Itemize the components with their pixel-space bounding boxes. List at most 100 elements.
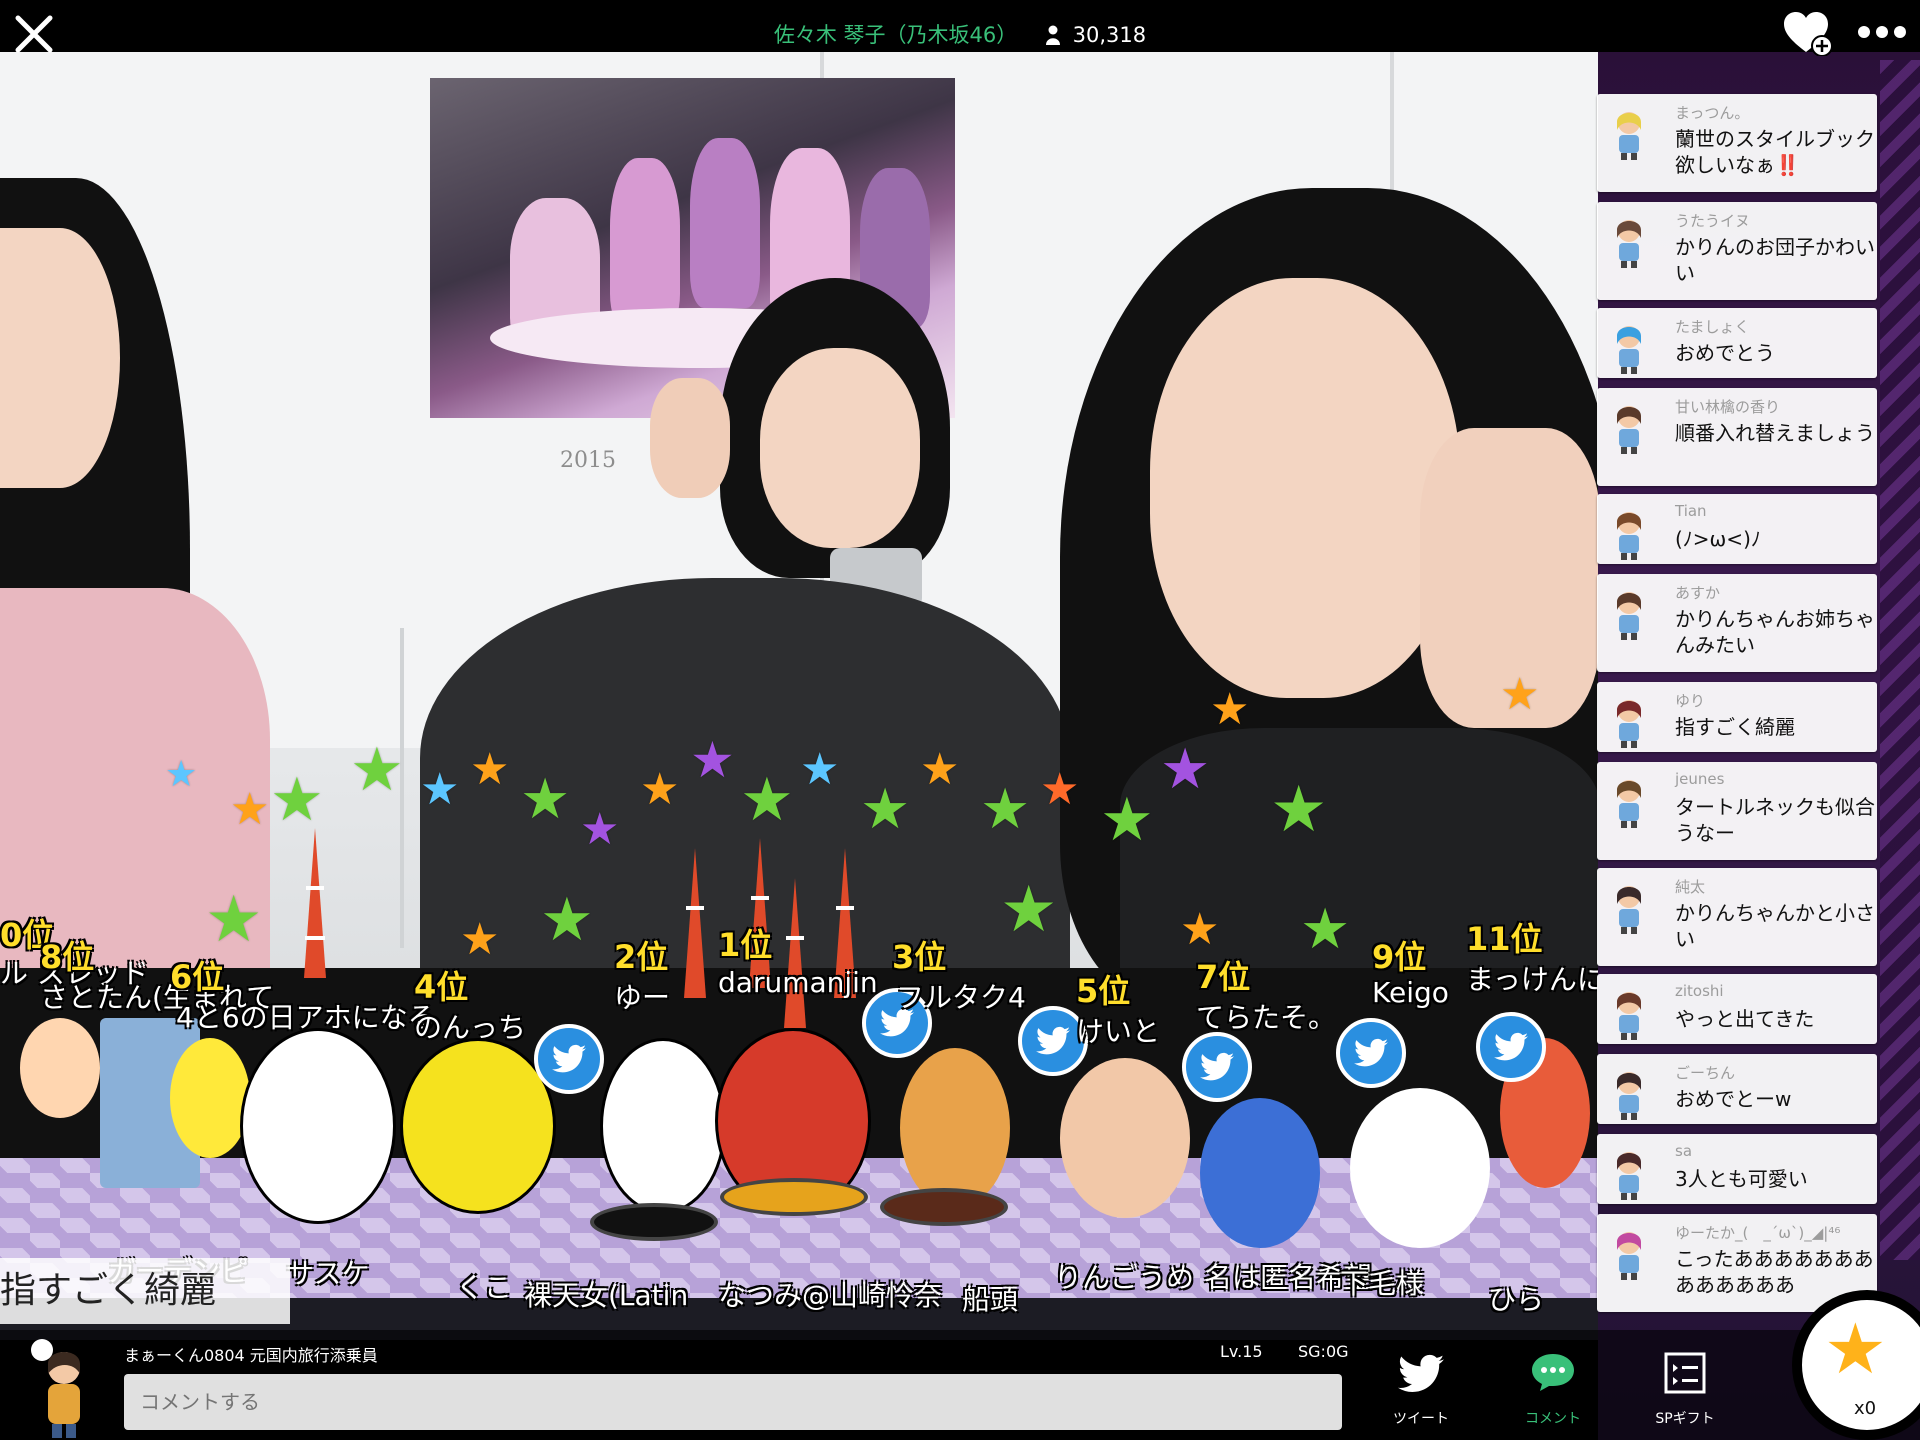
tokyo-tower-gift [784, 878, 806, 1028]
comment-button[interactable]: コメント [1508, 1344, 1598, 1434]
commenter-name: ゆり [1675, 692, 1706, 710]
fan-avatar [170, 1038, 250, 1158]
comment-card[interactable]: たましょく おめでとう [1597, 308, 1877, 378]
fan-avatar [900, 1048, 1010, 1208]
back-row-name: なつみ@山崎怜奈 [718, 1279, 943, 1312]
star-gift: ★ [920, 744, 960, 795]
star-gift: ★ [740, 765, 794, 835]
comment-text: おめでとう [1675, 341, 1775, 365]
back-row-name: 船頭 [962, 1283, 1019, 1316]
rank-label: 3位 [892, 938, 947, 976]
commenter-avatar [1617, 220, 1641, 268]
comment-text: 順番入れ替えましょう [1675, 421, 1875, 445]
my-level: Lv.15 [1220, 1342, 1263, 1361]
twitter-bird-icon [552, 1044, 586, 1073]
star-gift: ★ [640, 764, 680, 815]
comment-card[interactable]: jeunes タートルネックも似合うなー [1597, 762, 1877, 860]
rank-name: ゆー [614, 981, 671, 1014]
fan-avatar [240, 1028, 396, 1224]
comment-card[interactable]: 甘い林檎の香り 順番入れ替えましょう [1597, 388, 1877, 486]
more-button[interactable] [1856, 18, 1908, 46]
my-avatar[interactable] [22, 1334, 96, 1438]
comment-card[interactable]: あすか かりんちゃんお姉ちゃんみたい [1597, 574, 1877, 672]
rank-name: のんっち [414, 1011, 527, 1044]
star-gift: ★ [1180, 904, 1220, 955]
comment-label: コメント [1525, 1411, 1581, 1427]
commenter-name: ごーちん [1675, 1064, 1736, 1082]
star-gift: ★ [980, 777, 1031, 842]
comment-text: こったあああああああああああああ [1675, 1247, 1874, 1297]
comment-text: かりんちゃんかと小さい [1675, 901, 1875, 951]
comment-text: かりんちゃんお姉ちゃんみたい [1675, 607, 1875, 657]
comment-card[interactable]: まっつん。 蘭世のスタイルブック欲しいなぁ‼️ [1597, 94, 1877, 192]
rank-name: darumanjin [718, 966, 878, 999]
rank-name: フルタク4 [896, 981, 1026, 1014]
fan-avatar [600, 1038, 726, 1214]
star-gift: ★ [1500, 669, 1540, 720]
my-username: まぁーくん0804 元国内旅行添乗員 [124, 1346, 378, 1365]
star-gift: ★ [270, 765, 324, 835]
star-gift: ★ [460, 914, 500, 965]
back-row-name: 裸天女(Latin [524, 1279, 689, 1312]
stream-title: 佐々木 琴子（乃木坂46） 30,318 [0, 20, 1920, 50]
fan-avatar [1060, 1058, 1190, 1218]
fan-avatar [20, 1018, 100, 1118]
back-row-name: りんごうめ [1054, 1261, 1195, 1294]
star-gift: ★ [1300, 897, 1351, 962]
star-count: x0 [1854, 1398, 1877, 1419]
comment-card[interactable]: ごーちん おめでとーw [1597, 1054, 1877, 1124]
star-gift: ★ [165, 754, 198, 795]
comment-card[interactable]: zitoshi やっと出てきた [1597, 974, 1877, 1044]
fan-avatar [400, 1038, 556, 1214]
live-video: 2015 ★ ★ ★ ★ ★ ★ ★ ★ ★ ★ ★ ★ ★ ★ ★ ★ ★ ★ [0, 48, 1598, 1340]
comment-card[interactable]: うたうイヌ かりんのお団子かわいい [1597, 202, 1877, 300]
commenter-avatar [1617, 512, 1641, 560]
star-gift: ★ [800, 744, 840, 795]
twitter-bird-icon [1494, 1032, 1528, 1061]
viewer-icon [1045, 25, 1060, 45]
star-gift: ★ [1210, 684, 1250, 735]
star-gift: ★ [205, 883, 263, 957]
rank-name: けいと [1076, 1015, 1161, 1048]
star-gift: ★ [230, 784, 270, 835]
comment-text: (ﾉ>ω<)ﾉ [1675, 527, 1761, 551]
commenter-name: 純太 [1675, 878, 1706, 896]
commenter-name: Tian [1675, 502, 1707, 520]
back-row-name: サスケ [286, 1257, 370, 1290]
avatar-pedestal [720, 1178, 868, 1216]
comment-card[interactable]: ゆり 指すごく綺麗 [1597, 682, 1877, 752]
rank-label: 6位 [170, 958, 225, 996]
star-gift: ★ [1000, 873, 1058, 947]
comment-card[interactable]: 純太かりんちゃんかと小さい [1597, 868, 1877, 966]
twitter-bird-icon [1398, 1354, 1444, 1393]
sp-gift-button[interactable]: SPギフト [1640, 1344, 1730, 1434]
commenter-avatar [1617, 886, 1641, 934]
rank-label: 8位 [40, 938, 95, 976]
rank-name: てらたそ。 [1196, 1001, 1337, 1034]
star-gift: ★ [1100, 785, 1154, 855]
comment-card[interactable]: Tian (ﾉ>ω<)ﾉ [1597, 494, 1877, 564]
commenter-avatar [1617, 700, 1641, 748]
fan-avatar [1350, 1088, 1490, 1248]
twitter-badge [1182, 1032, 1252, 1102]
comment-card[interactable]: sa 3人とも可愛い [1597, 1134, 1877, 1204]
comment-text: 指すごく綺麗 [1675, 715, 1795, 739]
rank-label: 5位 [1076, 972, 1131, 1010]
my-sg: SG:0G [1298, 1342, 1349, 1361]
rank-label: 1位 [718, 926, 773, 964]
sp-gift-label: SPギフト [1655, 1411, 1715, 1427]
back-row-name: くこ [456, 1271, 513, 1304]
twitter-badge [1336, 1018, 1406, 1088]
tweet-button[interactable]: ツイート [1376, 1344, 1466, 1434]
poster-year: 2015 [560, 448, 616, 473]
rank-label: 2位 [614, 938, 669, 976]
follow-button[interactable] [1784, 12, 1833, 57]
star-gift: ★ [690, 731, 735, 789]
star-gift: ★ [470, 744, 510, 795]
commenter-avatar [1617, 326, 1641, 374]
comment-input[interactable] [124, 1374, 1342, 1430]
broadcaster-name: 佐々木 琴子（乃木坂46） [773, 23, 1018, 47]
star-gift: ★ [420, 764, 460, 815]
rank-name: 4と6の日アホになる [176, 1001, 436, 1034]
twitter-badge [1476, 1012, 1546, 1082]
